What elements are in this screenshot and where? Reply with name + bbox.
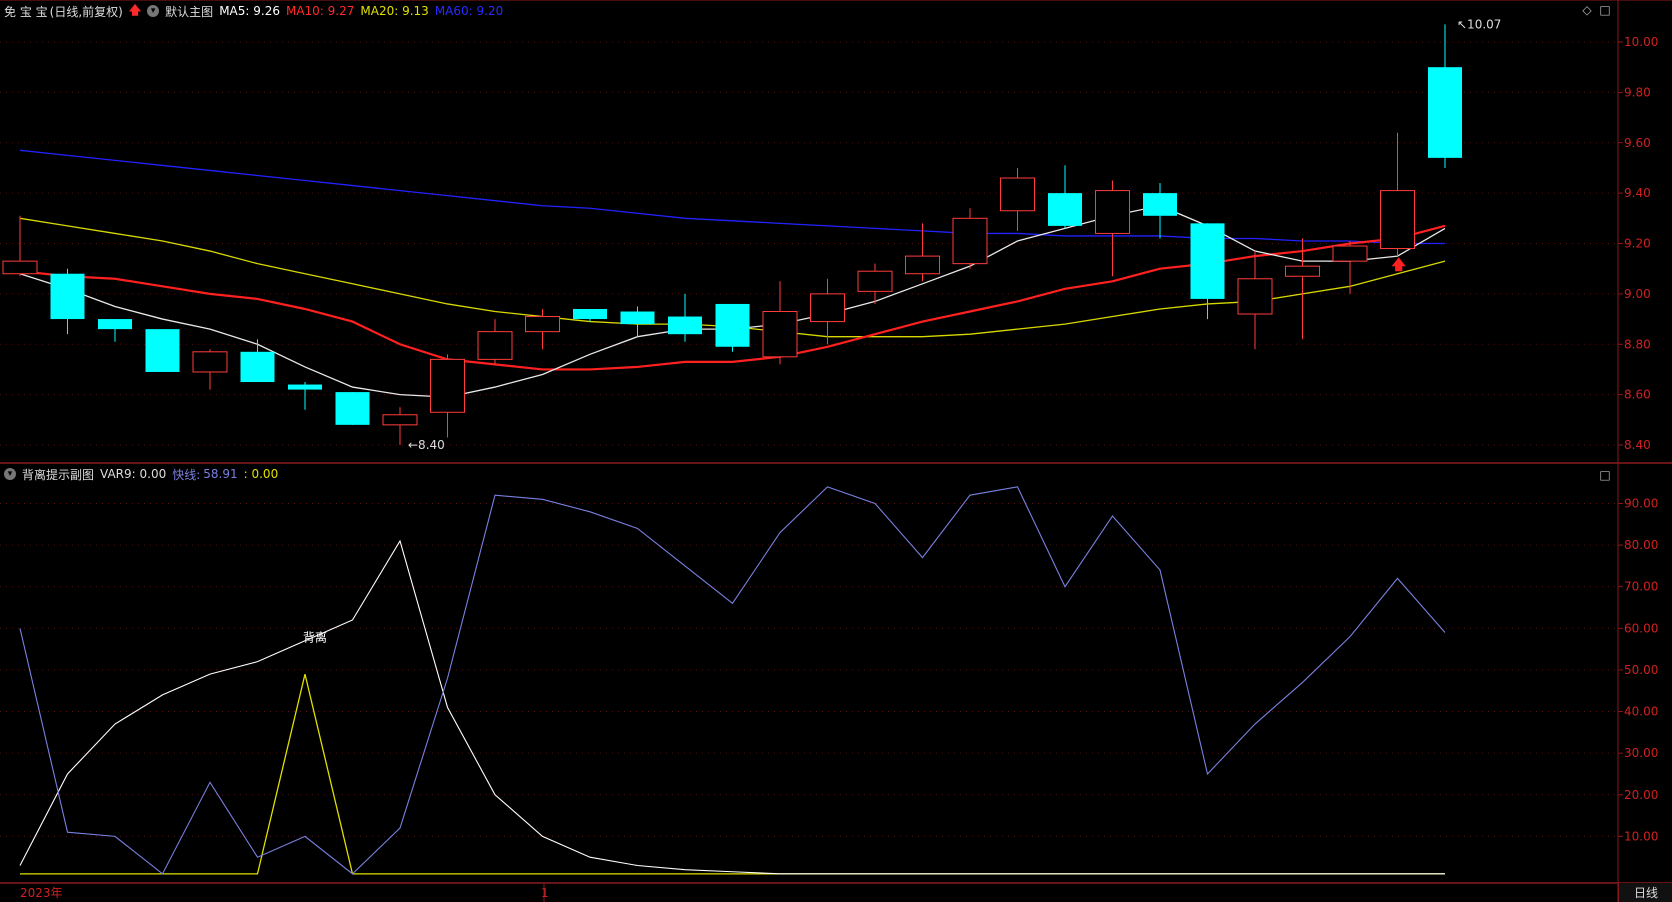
signal-arrow-icon: 🡅 [1392, 258, 1407, 274]
yellow-line-value: : 0.00 [243, 467, 279, 481]
candle-body [668, 316, 702, 335]
ma10-value: MA10: 9.27 [285, 4, 355, 18]
candle-body [477, 331, 513, 360]
candle-body [1048, 193, 1082, 226]
candle-body [1428, 67, 1462, 158]
stock-chart-canvas[interactable]: 10.00 9.80 9.60 9.40 9.20 9.00 8.80 8.60 8.40 90.… [0, 0, 1672, 902]
white-slow-line [19, 539, 1445, 875]
divergence-label: 背离 [303, 630, 327, 645]
sub-y-tick-label: 30.00 [1624, 746, 1658, 760]
sub-chart-title[interactable]: 背离提示副图 [22, 466, 94, 483]
sub-y-tick-label: 60.00 [1624, 621, 1658, 635]
sub-y-tick-label: 80.00 [1624, 538, 1658, 552]
candle-body [525, 316, 560, 333]
candle-body [335, 392, 370, 425]
dropdown-icon[interactable]: ▾ [147, 5, 160, 17]
sub-y-tick-label: 40.00 [1624, 705, 1658, 719]
stock-name: 免 宝 宝 [4, 4, 48, 19]
ma5-value: MA5: 9.26 [219, 4, 280, 18]
main-y-tick-label: 9.20 [1624, 237, 1651, 251]
diamond-icon[interactable]: ◇ [1580, 3, 1594, 17]
candle-body [905, 255, 940, 275]
candle-body [762, 311, 798, 358]
candle-body [1285, 265, 1320, 277]
main-y-tick-label: 8.80 [1624, 337, 1651, 351]
candle-body [1237, 278, 1273, 315]
candle-body [1000, 177, 1035, 212]
candle-body [240, 351, 275, 383]
candle-body [98, 319, 132, 330]
var9-value: VAR9: 0.00 [100, 467, 167, 481]
main-y-tick-label: 10.00 [1624, 35, 1658, 49]
main-y-tick-label: 8.40 [1624, 438, 1651, 452]
low-price-label: ←8.40 [408, 438, 445, 452]
candle-body [288, 384, 322, 390]
candle-body [2, 260, 38, 275]
ma60-value: MA60: 9.20 [434, 4, 504, 18]
main-chart-header: 免 宝 宝 (日线,前复权) 🡅 ▾ 默认主图 MA5: 9.26 MA10: … [4, 2, 509, 20]
maximize-icon[interactable]: □ [1598, 3, 1612, 17]
sub-y-tick-label: 10.00 [1624, 829, 1658, 843]
candle-body [715, 303, 750, 347]
month-label: 1 [541, 886, 549, 900]
candle-body [1380, 190, 1415, 250]
candle-body [192, 351, 228, 373]
fast-line-label: 快线: [172, 467, 201, 482]
up-arrow-icon: 🡅 [128, 2, 142, 17]
candle-body [145, 329, 180, 372]
yellow-signal-line [20, 673, 1445, 875]
sub-y-tick-label: 90.00 [1624, 496, 1658, 510]
candle-body [952, 217, 988, 265]
period-label: (日线,前复权) [49, 4, 123, 19]
candle-body [1332, 245, 1368, 262]
period-button[interactable]: 日线 [1618, 883, 1672, 902]
sub-y-tick-label: 50.00 [1624, 663, 1658, 677]
sub-chart-header: ▾ 背离提示副图 VAR9: 0.00 快线: 58.91 : 0.00 [4, 465, 284, 483]
year-label: 2023年 [20, 886, 63, 900]
candle-body [810, 293, 845, 323]
ma60-line [19, 149, 1445, 245]
candle-body [430, 358, 465, 413]
candle-body [573, 308, 607, 320]
candle-body [1095, 190, 1130, 234]
main-y-tick-label: 8.60 [1624, 388, 1651, 402]
sub-y-tick-label: 70.00 [1624, 580, 1658, 594]
candle-body [50, 273, 85, 320]
sub-y-tick-label: 20.00 [1624, 788, 1658, 802]
main-y-tick-label: 9.40 [1624, 186, 1651, 200]
ma5-line [19, 205, 1446, 398]
main-y-tick-label: 9.80 [1624, 85, 1651, 99]
main-y-tick-label: 9.60 [1624, 136, 1651, 150]
candle-body [620, 311, 655, 325]
ma20-value: MA20: 9.13 [360, 4, 429, 18]
candle-body [1190, 223, 1225, 299]
maximize-icon[interactable]: □ [1598, 468, 1612, 482]
fast-line-value: 58.91 [203, 467, 238, 481]
template-name[interactable]: 默认主图 [165, 3, 213, 20]
candle-body [1143, 193, 1177, 216]
dropdown-icon[interactable]: ▾ [4, 468, 16, 480]
candle-body [857, 270, 893, 292]
candle-body [382, 414, 418, 426]
main-y-tick-label: 9.00 [1624, 287, 1651, 301]
high-price-label: ↖10.07 [1457, 17, 1501, 31]
